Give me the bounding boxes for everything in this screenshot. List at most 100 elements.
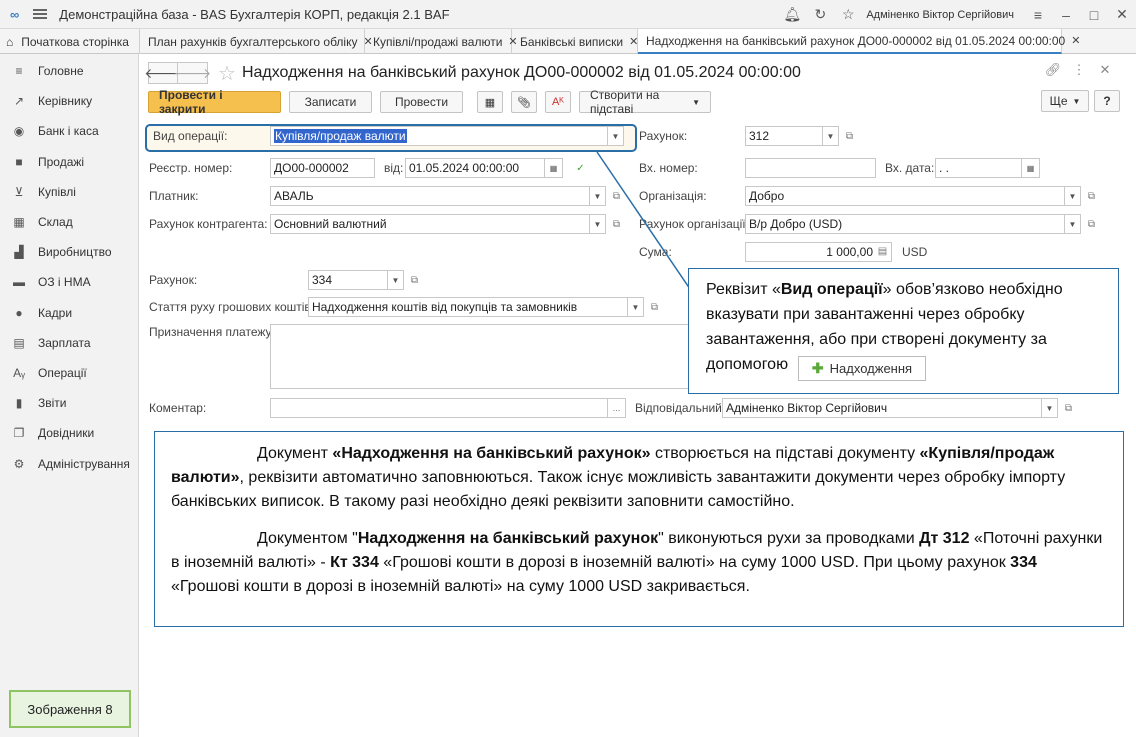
more-vertical-icon[interactable]: ⋮ (1066, 62, 1092, 78)
chevron-down-icon[interactable]: ▼ (1065, 186, 1081, 206)
in-number-field[interactable] (745, 158, 876, 178)
sidebar-item-bank[interactable]: ◉ Банк і каса (0, 116, 138, 146)
postings-report-icon[interactable]: ▦ (477, 91, 503, 113)
counterparty-account-field[interactable]: Основний валютний (270, 214, 590, 234)
open-icon[interactable]: ⧉ (406, 272, 423, 289)
sidebar-item-admin[interactable]: ⚙ Адміністрування (0, 448, 138, 478)
sidebar-item-label: ОЗ і НМА (38, 275, 91, 290)
help-button[interactable]: ? (1094, 90, 1120, 112)
cashflow-field[interactable]: Надходження коштів від покупців та замов… (308, 297, 628, 317)
open-icon[interactable]: ⧉ (1083, 188, 1100, 205)
sidebar-item-catalogs[interactable]: ❐ Довідники (0, 418, 138, 448)
favorite-star-icon[interactable]: ☆ (218, 61, 236, 86)
payer-field[interactable]: АВАЛЬ (270, 186, 590, 206)
open-icon[interactable]: ⧉ (646, 299, 663, 316)
settings-lines-icon[interactable]: ≡ (1024, 7, 1052, 23)
attachment-icon[interactable]: 📎︎ (511, 91, 537, 113)
purpose-field[interactable] (270, 324, 690, 389)
currency-label: USD (902, 245, 928, 259)
operation-type-field[interactable]: Купівля/продаж валюти (270, 126, 608, 146)
sidebar-item-operations[interactable]: Aᵧ Операції (0, 358, 138, 388)
sidebar-item-salary[interactable]: ▤ Зарплата (0, 328, 138, 358)
open-icon[interactable]: ⧉ (608, 188, 625, 205)
sidebar-item-manager[interactable]: ↗ Керівнику (0, 86, 138, 116)
tab-bank-statements[interactable]: Банківські виписки ✕ (512, 29, 638, 54)
chevron-down-icon: ▼ (692, 97, 700, 107)
chevron-down-icon[interactable]: ▼ (590, 186, 606, 206)
organization-label: Організація: (639, 189, 707, 203)
favorites-star-icon[interactable]: ☆ (834, 6, 862, 23)
post-and-close-button[interactable]: Провести і закрити (148, 88, 281, 116)
sidebar-item-label: Банк і каса (38, 124, 99, 139)
info-paragraph-1: Документ «Надходження на банківський рах… (171, 442, 1107, 514)
info-text: " виконуються рухи за проводками (658, 530, 920, 547)
in-date-field[interactable]: . . (935, 158, 1022, 178)
document-title: Надходження на банківський рахунок ДО00-… (241, 64, 801, 81)
close-tab-icon[interactable]: ✕ (629, 35, 638, 48)
chevron-down-icon[interactable]: ▼ (1042, 398, 1058, 418)
chevron-down-icon[interactable]: ▼ (388, 270, 404, 290)
chevron-down-icon[interactable]: ▼ (1065, 214, 1081, 234)
tab-home[interactable]: ⌂ Початкова сторінка (0, 29, 140, 54)
comment-field[interactable] (270, 398, 608, 418)
sidebar-item-hr[interactable]: ● Кадри (0, 298, 138, 328)
open-icon[interactable]: ⧉ (841, 128, 858, 145)
history-icon[interactable]: ↻ (806, 6, 834, 23)
sidebar-item-reports[interactable]: ▮ Звіти (0, 388, 138, 418)
responsible-field[interactable]: Адміненко Віктор Сергійович (722, 398, 1042, 418)
receipt-button[interactable]: ✚ Надходження (798, 356, 926, 381)
info-bold: 334 (1010, 554, 1037, 571)
calendar-icon[interactable]: ▦ (1022, 158, 1040, 178)
tab-currency-trades[interactable]: Купівлі/продажі валюти ✕ (365, 29, 518, 54)
ellipsis-icon[interactable]: … (608, 398, 626, 418)
purpose-label: Призначення платежу: (149, 325, 275, 339)
sidebar-item-sales[interactable]: ■ Продажі (0, 147, 138, 177)
sidebar-item-main[interactable]: ≡ Головне (0, 56, 138, 86)
sidebar-item-fixed-assets[interactable]: ▬ ОЗ і НМА (0, 267, 138, 297)
chevron-down-icon[interactable]: ▼ (628, 297, 644, 317)
bell-icon[interactable]: 🔔︎ (778, 6, 806, 23)
close-window-icon[interactable]: ✕ (1108, 6, 1136, 23)
post-button[interactable]: Провести (380, 91, 463, 113)
open-icon[interactable]: ⧉ (608, 216, 625, 233)
calculator-icon[interactable]: ▤ (874, 243, 891, 260)
tab-bank-receipt[interactable]: Надходження на банківський рахунок ДО00-… (638, 29, 1080, 54)
open-icon[interactable]: ⧉ (1083, 216, 1100, 233)
check-status-icon[interactable]: ✓ (572, 160, 589, 177)
chevron-down-icon[interactable]: ▼ (590, 214, 606, 234)
sum-field[interactable]: 1 000,00 (745, 242, 892, 262)
close-tab-icon[interactable]: ✕ (1071, 34, 1080, 47)
dt-kt-icon[interactable]: Aᴷ (545, 91, 571, 113)
sidebar-item-production[interactable]: ▟ Виробництво (0, 237, 138, 267)
image-label: Зображення 8 (9, 690, 131, 728)
date-field[interactable]: 01.05.2024 00:00:00 (405, 158, 545, 178)
maximize-icon[interactable]: □ (1080, 7, 1108, 23)
org-account-field[interactable]: В/р Добро (USD) (745, 214, 1065, 234)
current-user[interactable]: Адміненко Віктор Сергійович (866, 9, 1014, 21)
chevron-down-icon[interactable]: ▼ (608, 126, 624, 146)
sidebar-item-purchases[interactable]: ⊻ Купівлі (0, 177, 138, 207)
tab-chart-of-accounts[interactable]: План рахунків бухгалтерського обліку ✕ (140, 29, 373, 54)
close-icon[interactable]: ✕ (1092, 62, 1118, 78)
link-icon[interactable]: 🔗︎ (1040, 62, 1066, 78)
organization-field[interactable]: Добро (745, 186, 1065, 206)
more-button[interactable]: Ще ▼ (1041, 90, 1089, 112)
operation-type-label: Вид операції: (153, 129, 228, 143)
minimize-icon[interactable]: – (1052, 7, 1080, 23)
responsible-label: Відповідальний: (635, 401, 726, 415)
open-icon[interactable]: ⧉ (1060, 400, 1077, 417)
tab-label: План рахунків бухгалтерського обліку (148, 34, 358, 49)
chevron-down-icon[interactable]: ▼ (823, 126, 839, 146)
gl-account-label: Рахунок: (149, 273, 198, 287)
gl-account-field[interactable]: 334 (308, 270, 388, 290)
sidebar-item-warehouse[interactable]: ▦ Склад (0, 207, 138, 237)
document-header: 🡐 🡒 ☆ Надходження на банківський рахунок… (144, 61, 801, 86)
forward-arrow-icon[interactable]: 🡒 (174, 62, 211, 84)
save-button[interactable]: Записати (289, 91, 372, 113)
create-based-on-button[interactable]: Створити на підставі ▼ (579, 88, 711, 116)
reg-number-field[interactable]: ДО00-000002 (270, 158, 375, 178)
calendar-icon[interactable]: ▦ (545, 158, 563, 178)
main-menu-icon[interactable] (33, 9, 48, 19)
account-field[interactable]: 312 (745, 126, 823, 146)
grid-icon: ▦ (13, 215, 25, 230)
